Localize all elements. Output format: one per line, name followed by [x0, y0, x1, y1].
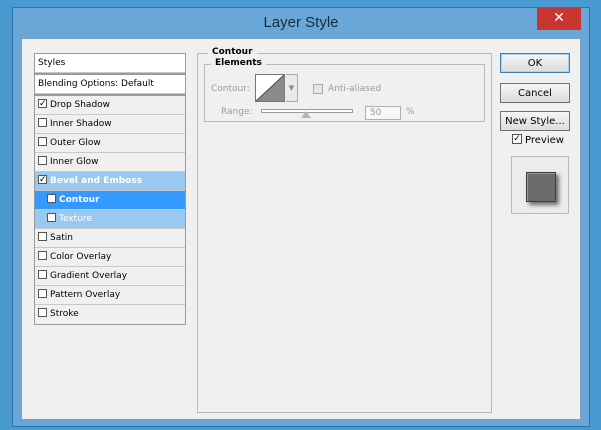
- style-item-inner-shadow[interactable]: Inner Shadow: [35, 115, 185, 134]
- style-item-contour[interactable]: Contour: [35, 191, 185, 210]
- style-item-label: Contour: [59, 195, 100, 205]
- contour-label: Contour:: [211, 84, 250, 94]
- style-item-label: Outer Glow: [50, 138, 101, 148]
- style-item-label: Pattern Overlay: [50, 290, 121, 300]
- style-item-color-overlay[interactable]: Color Overlay: [35, 248, 185, 267]
- styles-header[interactable]: Styles: [35, 54, 185, 73]
- style-item-label: Drop Shadow: [50, 100, 111, 110]
- style-item-label: Inner Shadow: [50, 119, 112, 129]
- style-item-outer-glow[interactable]: Outer Glow: [35, 134, 185, 153]
- range-slider-thumb[interactable]: [301, 111, 311, 118]
- style-item-satin[interactable]: Satin: [35, 229, 185, 248]
- elements-legend: Elements: [211, 58, 266, 68]
- dialog-body: Styles Blending Options: Default ✓ Drop S…: [21, 38, 581, 420]
- title-bar[interactable]: Layer Style ✕: [13, 8, 589, 38]
- range-unit: %: [406, 107, 415, 117]
- style-preview: [511, 156, 569, 214]
- texture-checkbox[interactable]: [47, 213, 56, 222]
- style-item-gradient-overlay[interactable]: Gradient Overlay: [35, 267, 185, 286]
- style-item-label: Stroke: [50, 309, 79, 319]
- style-item-label: Bevel and Emboss: [50, 176, 143, 186]
- anti-aliased-label: Anti-aliased: [328, 84, 382, 94]
- style-item-label: Inner Glow: [50, 157, 99, 167]
- layer-style-dialog: Layer Style ✕ Styles Blending Options: D…: [12, 7, 590, 427]
- stroke-checkbox[interactable]: [38, 308, 47, 317]
- preview-swatch: [526, 172, 556, 202]
- inner-shadow-checkbox[interactable]: [38, 118, 47, 127]
- gradient-overlay-checkbox[interactable]: [38, 270, 47, 279]
- styles-list: Styles Blending Options: Default ✓ Drop S…: [34, 53, 186, 325]
- contour-dropdown-button[interactable]: ▼: [286, 74, 298, 102]
- range-input[interactable]: 50: [365, 106, 401, 120]
- blending-options-item[interactable]: Blending Options: Default: [35, 75, 185, 94]
- elements-group: Elements Contour: ▼ Anti-aliased Range:: [204, 58, 485, 122]
- style-item-texture[interactable]: Texture: [35, 210, 185, 229]
- drop-shadow-checkbox[interactable]: ✓: [38, 99, 47, 109]
- style-item-label: Satin: [50, 233, 73, 243]
- preview-label: Preview: [525, 135, 564, 146]
- close-button[interactable]: ✕: [537, 8, 581, 30]
- new-style-button[interactable]: New Style...: [500, 111, 570, 131]
- inner-glow-checkbox[interactable]: [38, 156, 47, 165]
- close-icon: ✕: [553, 10, 565, 26]
- contour-panel: Contour Elements Contour: ▼ Anti-aliased…: [197, 47, 492, 413]
- outer-glow-checkbox[interactable]: [38, 137, 47, 146]
- satin-checkbox[interactable]: [38, 232, 47, 241]
- contour-panel-legend: Contour: [208, 47, 257, 57]
- style-item-stroke[interactable]: Stroke: [35, 305, 185, 324]
- style-item-label: Color Overlay: [50, 252, 112, 262]
- anti-aliased-checkbox[interactable]: [313, 84, 323, 94]
- desktop-background: Layer Style ✕ Styles Blending Options: D…: [0, 0, 601, 430]
- contour-picker[interactable]: [255, 74, 285, 102]
- range-label: Range:: [221, 107, 253, 117]
- bevel-emboss-checkbox[interactable]: ✓: [38, 175, 47, 185]
- style-item-drop-shadow[interactable]: ✓ Drop Shadow: [35, 96, 185, 115]
- contour-curve-icon: [256, 75, 284, 101]
- preview-toggle[interactable]: ✓ Preview: [512, 134, 564, 146]
- window-title: Layer Style: [263, 14, 339, 31]
- contour-checkbox[interactable]: [47, 194, 56, 203]
- chevron-down-icon: ▼: [288, 84, 295, 92]
- color-overlay-checkbox[interactable]: [38, 251, 47, 260]
- ok-button[interactable]: OK: [500, 53, 570, 73]
- style-item-inner-glow[interactable]: Inner Glow: [35, 153, 185, 172]
- preview-checkbox[interactable]: ✓: [512, 134, 522, 144]
- cancel-button[interactable]: Cancel: [500, 83, 570, 103]
- style-item-bevel-and-emboss[interactable]: ✓ Bevel and Emboss: [35, 172, 185, 191]
- style-item-pattern-overlay[interactable]: Pattern Overlay: [35, 286, 185, 305]
- style-item-label: Texture: [59, 214, 92, 224]
- pattern-overlay-checkbox[interactable]: [38, 289, 47, 298]
- style-item-label: Gradient Overlay: [50, 271, 128, 281]
